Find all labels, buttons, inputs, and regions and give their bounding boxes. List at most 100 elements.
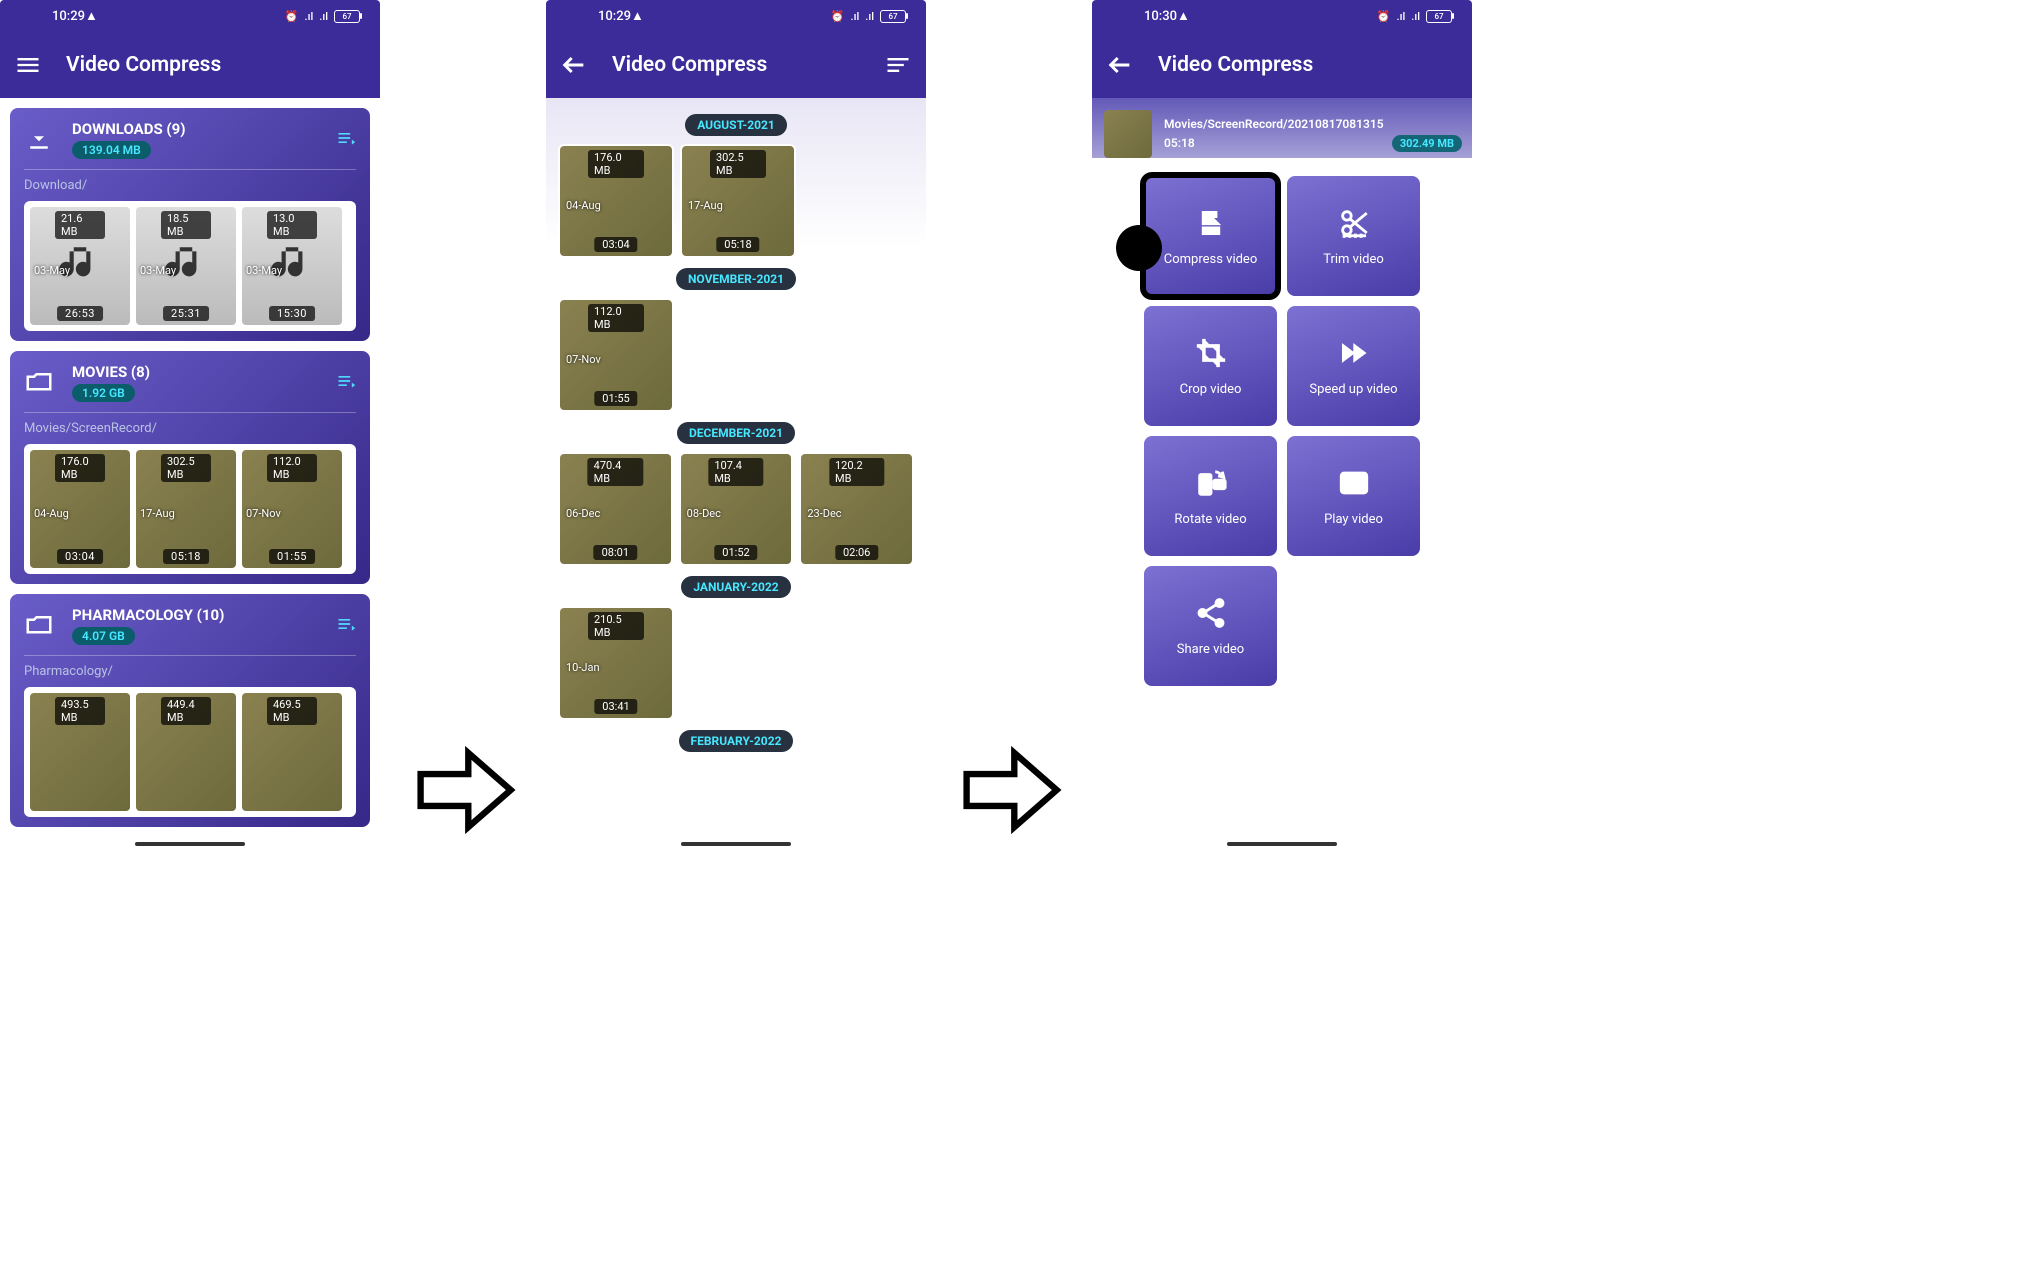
thumb-date: 06-Dec bbox=[566, 507, 600, 520]
thumbnail-row: 210.5 MB10-Jan03:41 bbox=[546, 606, 926, 720]
action-label: Speed up video bbox=[1309, 382, 1397, 397]
status-time: 10:30 bbox=[1144, 9, 1177, 24]
thumb-size: 302.5 MB bbox=[161, 454, 211, 482]
battery-icon: 67 bbox=[334, 10, 360, 23]
app-bar: Video Compress bbox=[546, 32, 926, 98]
thumb-duration: 01:55 bbox=[269, 549, 315, 564]
playlist-icon[interactable] bbox=[336, 128, 356, 152]
month-header: DECEMBER-2021 bbox=[677, 422, 795, 444]
back-icon[interactable] bbox=[560, 51, 588, 79]
video-thumbnail[interactable]: 112.0 MB 07-Nov 01:55 bbox=[558, 298, 674, 412]
status-time: 10:29 bbox=[52, 9, 85, 24]
action-label: Share video bbox=[1177, 642, 1244, 657]
folder-card[interactable]: PHARMACOLOGY (10)4.07 GBPharmacology/493… bbox=[10, 594, 370, 827]
thumb-date: 08-Dec bbox=[687, 507, 721, 520]
action-label: Compress video bbox=[1164, 252, 1258, 267]
signal-icon: .ıl bbox=[319, 10, 328, 23]
file-size-badge: 302.49 MB bbox=[1392, 135, 1462, 152]
alarm-icon: ⏰ bbox=[1377, 10, 1391, 23]
crop-video-button[interactable]: Crop video bbox=[1144, 306, 1277, 426]
play-video-button[interactable]: Play video bbox=[1287, 436, 1420, 556]
month-header: JANUARY-2022 bbox=[681, 576, 790, 598]
thumb-size: 469.5 MB bbox=[267, 697, 317, 725]
folder-path: Download/ bbox=[24, 178, 356, 193]
video-thumbnail[interactable]: 120.2 MB23-Dec02:06 bbox=[799, 452, 914, 566]
thumb-date: 04-Aug bbox=[566, 199, 601, 212]
thumb-duration: 02:06 bbox=[835, 545, 878, 560]
status-bar: 10:29 ▲ ⏰ .ıl .ıl 67 bbox=[0, 0, 380, 32]
thumb-size: 18.5 MB bbox=[161, 211, 211, 239]
video-thumbnail[interactable]: 107.4 MB08-Dec01:52 bbox=[679, 452, 794, 566]
nav-handle[interactable] bbox=[135, 842, 245, 846]
thumb-duration: 26:53 bbox=[57, 306, 103, 321]
video-thumbnail[interactable]: 176.0 MB04-Aug03:04 bbox=[30, 450, 130, 568]
rotate-video-button[interactable]: Rotate video bbox=[1144, 436, 1277, 556]
video-thumbnail[interactable]: 469.5 MB bbox=[242, 693, 342, 811]
thumb-duration: 03:04 bbox=[57, 549, 103, 564]
video-thumbnail[interactable]: 18.5 MB 03-May 25:31 bbox=[136, 207, 236, 325]
back-icon[interactable] bbox=[1106, 51, 1134, 79]
folder-card[interactable]: DOWNLOADS (9) 139.04 MB Download/21.6 MB03… bbox=[10, 108, 370, 341]
status-time: 10:29 bbox=[598, 9, 631, 24]
playlist-icon[interactable] bbox=[336, 371, 356, 395]
video-thumbnail[interactable]: 210.5 MB10-Jan03:41 bbox=[558, 606, 674, 720]
thumb-date: 07-Nov bbox=[246, 507, 281, 520]
folder-path: Pharmacology/ bbox=[24, 664, 356, 679]
thumb-date: 07-Nov bbox=[566, 353, 601, 366]
video-thumbnail[interactable]: 302.5 MB 17-Aug 05:18 bbox=[136, 450, 236, 568]
thumb-size: 13.0 MB bbox=[267, 211, 317, 239]
thumb-duration: 05:18 bbox=[163, 549, 209, 564]
thumb-date: 17-Aug bbox=[140, 507, 175, 520]
video-thumbnail[interactable]: 13.0 MB03-May15:30 bbox=[242, 207, 342, 325]
folder-icon bbox=[24, 368, 54, 398]
thumb-duration: 03:04 bbox=[594, 237, 637, 252]
video-thumbnail[interactable]: 112.0 MB07-Nov01:55 bbox=[242, 450, 342, 568]
signal-icon: .ıl bbox=[1411, 10, 1420, 23]
nav-handle[interactable] bbox=[681, 842, 791, 846]
sort-icon[interactable] bbox=[884, 51, 912, 79]
video-thumbnail[interactable]: 470.4 MB06-Dec08:01 bbox=[558, 452, 673, 566]
thumb-duration: 15:30 bbox=[269, 306, 315, 321]
signal-icon: .ıl bbox=[865, 10, 874, 23]
app-bar: Video Compress bbox=[0, 32, 380, 98]
month-header: NOVEMBER-2021 bbox=[676, 268, 796, 290]
thumb-size: 302.5 MB bbox=[710, 150, 766, 178]
folder-title: MOVIES (8) bbox=[72, 363, 150, 381]
folder-title: DOWNLOADS (9) bbox=[72, 120, 186, 138]
battery-icon: 67 bbox=[880, 10, 906, 23]
phone-actions: 10:30 ▲ ⏰ .ıl .ıl 67 Video Compress Movi… bbox=[1092, 0, 1472, 850]
thumb-date: 10-Jan bbox=[566, 661, 600, 674]
video-thumbnail[interactable]: 21.6 MB03-May26:53 bbox=[30, 207, 130, 325]
share-video-button[interactable]: Share video bbox=[1144, 566, 1277, 686]
compress-video-button[interactable]: Compress video bbox=[1144, 176, 1277, 296]
nav-handle[interactable] bbox=[1227, 842, 1337, 846]
thumbnail-row: 112.0 MB 07-Nov 01:55 bbox=[546, 298, 926, 412]
thumb-duration: 25:31 bbox=[163, 306, 209, 321]
status-bar: 10:29 ▲ ⏰ .ıl .ıl 67 bbox=[546, 0, 926, 32]
thumbnail-row: 176.0 MB04-Aug03:04302.5 MB17-Aug05:18 bbox=[546, 144, 926, 258]
trim-video-button[interactable]: Trim video bbox=[1287, 176, 1420, 296]
phone-month-list: 10:29 ▲ ⏰ .ıl .ıl 67 Video Compress AUGU… bbox=[546, 0, 926, 850]
action-label: Trim video bbox=[1323, 252, 1384, 267]
status-bar: 10:30 ▲ ⏰ .ıl .ıl 67 bbox=[1092, 0, 1472, 32]
action-label: Crop video bbox=[1180, 382, 1242, 397]
thumb-date: 03-May bbox=[140, 264, 176, 277]
video-thumbnail[interactable]: 449.4 MB bbox=[136, 693, 236, 811]
folder-card[interactable]: MOVIES (8)1.92 GBMovies/ScreenRecord/176… bbox=[10, 351, 370, 584]
action-label: Play video bbox=[1324, 512, 1383, 527]
month-header: AUGUST-2021 bbox=[685, 114, 787, 136]
signal-icon: .ıl bbox=[1397, 10, 1406, 23]
alarm-icon: ⏰ bbox=[831, 10, 845, 23]
video-thumbnail[interactable]: 176.0 MB04-Aug03:04 bbox=[558, 144, 674, 258]
playlist-icon[interactable] bbox=[336, 614, 356, 638]
speed-up-video-button[interactable]: Speed up video bbox=[1287, 306, 1420, 426]
menu-icon[interactable] bbox=[14, 51, 42, 79]
thumb-size: 112.0 MB bbox=[588, 304, 644, 332]
video-thumbnail[interactable]: 302.5 MB17-Aug05:18 bbox=[680, 144, 796, 258]
video-thumbnail[interactable]: 493.5 MB bbox=[30, 693, 130, 811]
folder-size-badge: 139.04 MB bbox=[72, 141, 151, 159]
file-path: Movies/ScreenRecord/20210817081315 bbox=[1164, 117, 1462, 131]
page-title: Video Compress bbox=[66, 53, 221, 77]
thumb-duration: 01:55 bbox=[594, 391, 637, 406]
signal-icon: .ıl bbox=[305, 10, 314, 23]
